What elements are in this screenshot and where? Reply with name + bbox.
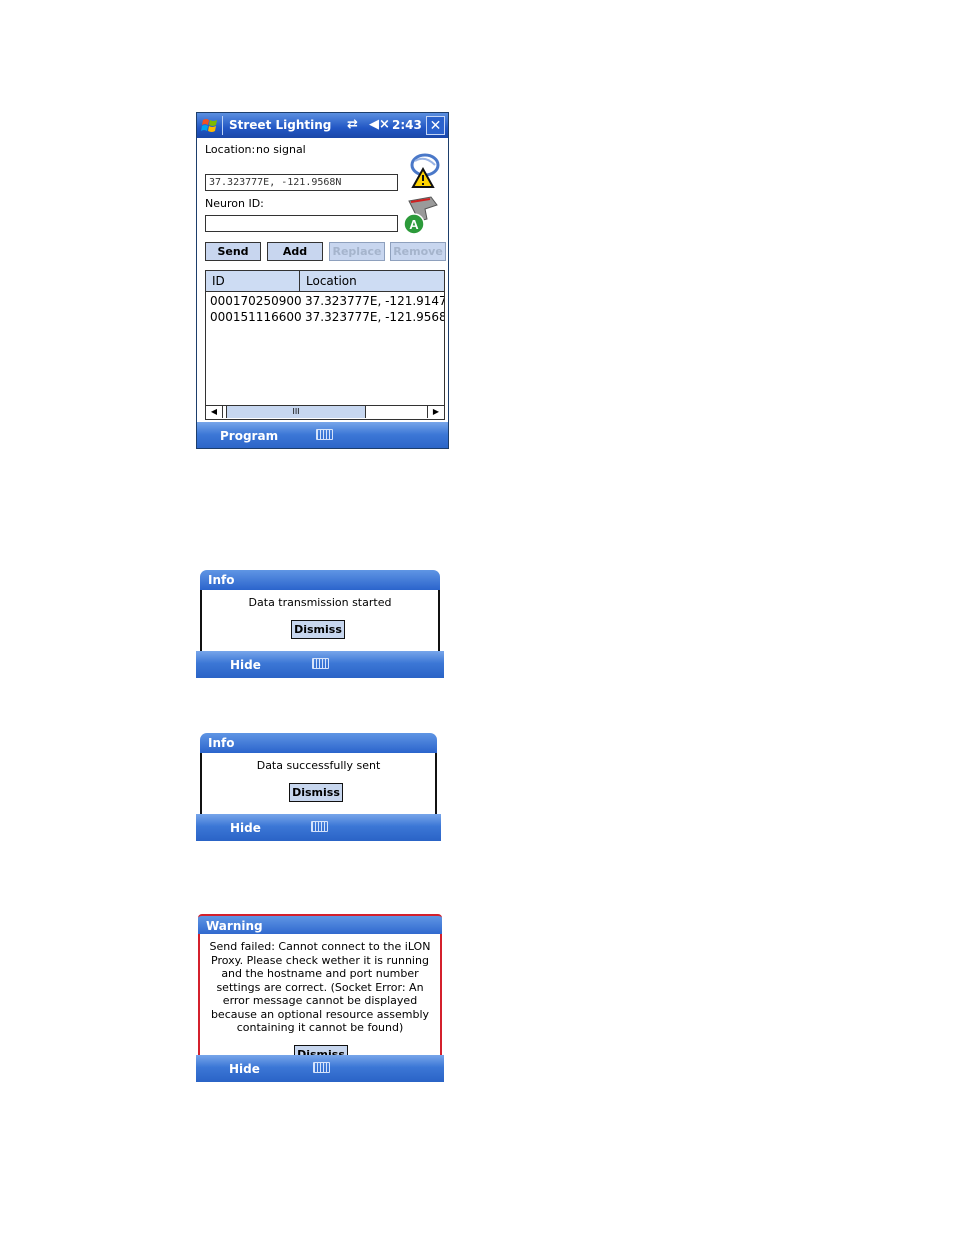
gps-warning-icon[interactable] [401,151,443,189]
neuron-id-label: Neuron ID: [205,197,264,210]
info-dialog-transmission-started: Info Data transmission started Dismiss H… [196,570,444,678]
keyboard-icon[interactable] [313,1062,330,1073]
dialog-message: Data transmission started [248,596,392,609]
dialog-title: Info [200,733,437,753]
windows-start-icon[interactable] [201,117,219,134]
horizontal-scrollbar[interactable]: ◀ III ▶ [206,405,444,419]
keyboard-icon[interactable] [316,429,333,440]
keyboard-icon[interactable] [312,658,329,669]
softkey-bar: Hide [196,814,441,841]
remove-button[interactable]: Remove [390,242,446,261]
dialog-message: Send failed: Cannot connect to the iLON … [209,940,431,1034]
column-header-location[interactable]: Location [300,271,444,292]
program-softkey[interactable]: Program [220,429,278,443]
app-title: Street Lighting [229,118,332,132]
title-bar: Street Lighting ⇄ ◀× 2:43 ✕ [197,113,448,138]
dialog-body: Data successfully sent Dismiss [200,753,437,815]
scroll-right-button[interactable]: ▶ [427,406,444,418]
clock[interactable]: 2:43 [392,118,422,132]
replace-button[interactable]: Replace [329,242,385,261]
row-id: 000151116600 [210,310,302,324]
close-button[interactable]: ✕ [426,116,445,135]
dialog-title: Info [200,570,440,590]
row-id: 000170250900 [210,294,302,308]
info-dialog-successfully-sent: Info Data successfully sent Dismiss Hide [196,733,441,841]
dialog-title: Warning [198,914,442,936]
softkey-bar: Hide [196,651,444,678]
neuron-id-input[interactable] [205,215,398,232]
column-header-id[interactable]: ID [206,271,300,292]
device-list[interactable]: ID Location 000170250900 37.323777E, -12… [205,270,445,420]
speaker-muted-icon[interactable]: ◀× [369,117,390,132]
softkey-bar: Hide [196,1055,444,1082]
location-label: Location: [205,143,256,156]
hide-softkey[interactable]: Hide [230,658,261,672]
barcode-scanner-icon[interactable]: A [401,195,443,235]
title-separator [222,116,223,135]
add-button[interactable]: Add [267,242,323,261]
svg-text:A: A [409,217,419,232]
dialog-message: Data successfully sent [256,759,381,772]
dialog-body: Data transmission started Dismiss [200,590,440,652]
dialog-body: Send failed: Cannot connect to the iLON … [198,934,442,1064]
location-status: no signal [256,143,306,156]
softkey-bar: Program [197,422,448,448]
dismiss-button[interactable]: Dismiss [291,620,345,639]
hide-softkey[interactable]: Hide [229,1062,260,1076]
warning-dialog-send-failed: Warning Send failed: Cannot connect to t… [196,912,444,1082]
connectivity-icon[interactable]: ⇄ [347,117,358,132]
keyboard-icon[interactable] [311,821,328,832]
dismiss-button[interactable]: Dismiss [289,783,343,802]
hide-softkey[interactable]: Hide [230,821,261,835]
send-button[interactable]: Send [205,242,261,261]
row-location: 37.323777E, -121.9147N [305,294,445,308]
row-location: 37.323777E, -121.9568N [305,310,445,324]
scroll-left-button[interactable]: ◀ [206,406,223,418]
scroll-thumb[interactable]: III [226,406,366,418]
street-lighting-window: Street Lighting ⇄ ◀× 2:43 ✕ Location: no… [196,112,449,449]
coordinates-field[interactable]: 37.323777E, -121.9568N [205,174,398,191]
